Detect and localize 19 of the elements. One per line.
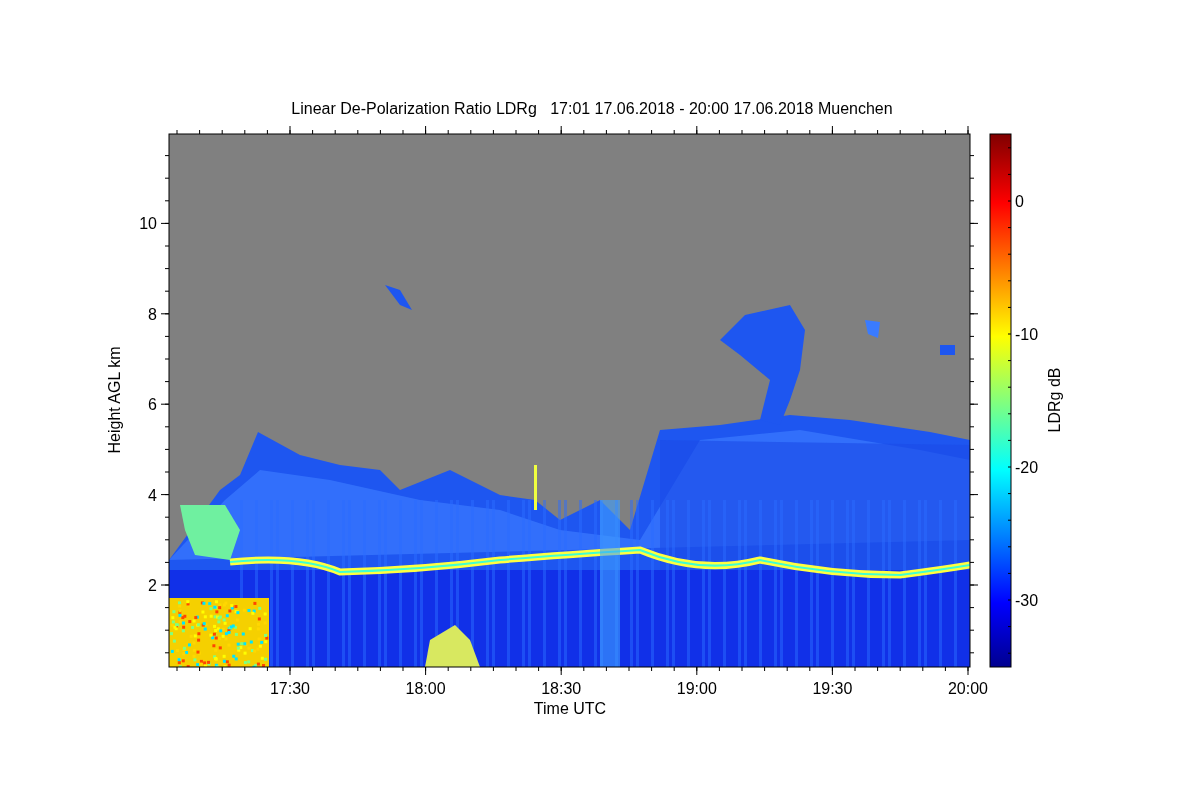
- y-tick-label: 2: [148, 577, 157, 594]
- colorbar-tick-label: -10: [1015, 326, 1039, 343]
- x-tick-label: 17:30: [270, 680, 310, 697]
- y-tick-label: 8: [148, 305, 157, 323]
- x-tick-label: 19:00: [676, 680, 717, 697]
- x-tick-label: 18:00: [405, 680, 446, 697]
- colorbar-tick-label: -30: [1015, 592, 1039, 609]
- y-tick-label: 4: [148, 486, 157, 504]
- x-tick-label: 18:30: [541, 680, 582, 697]
- x-axis-label: Time UTC: [533, 700, 607, 717]
- y-tick-label: 10: [139, 215, 157, 233]
- chart-title: Linear De-Polarization Ratio LDRg 17:01 17.06.2018 - 20:00 17.06.2018 Muenchen: [291, 100, 893, 117]
- y-axis-label: Height AGL km: [106, 346, 123, 454]
- colorbar-label: LDRg dB: [1046, 367, 1063, 433]
- y-tick-label: 6: [148, 396, 157, 414]
- colorbar-tick-label: -20: [1015, 459, 1039, 476]
- x-tick-label: 19:30: [812, 680, 853, 697]
- colorbar-tick-label: 0: [1015, 193, 1024, 210]
- x-tick-label: 20:00: [948, 680, 988, 697]
